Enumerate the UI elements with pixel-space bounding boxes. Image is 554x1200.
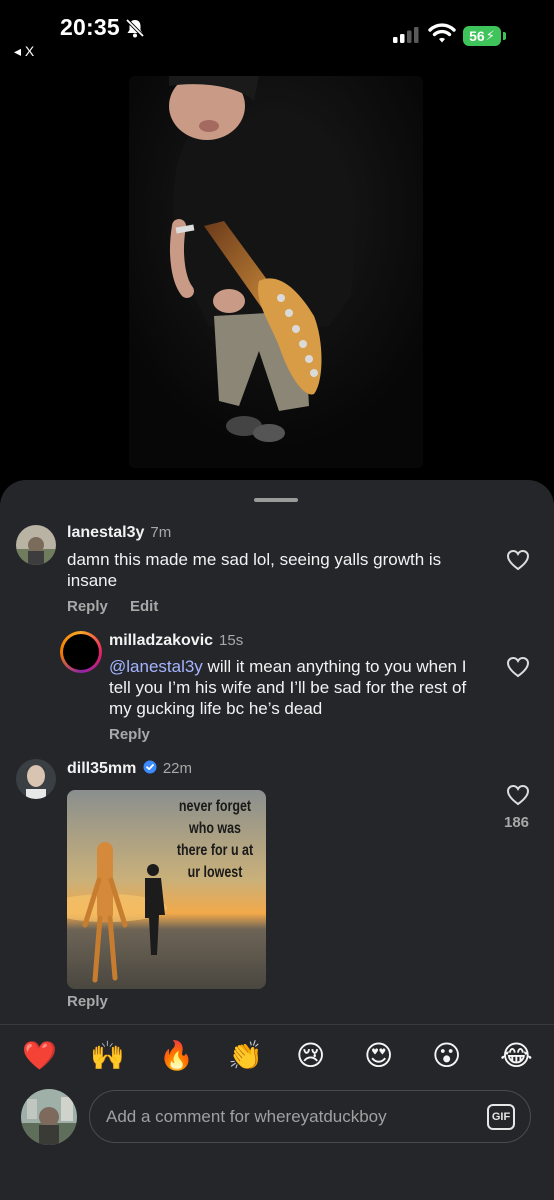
avatar[interactable] — [60, 631, 102, 673]
quick-reactions: ❤️ 🙌 🔥 👏 😢 😍 😮 😂 — [0, 1036, 554, 1076]
status-bar: 20:35 ◂ X 56 ⚡ — [0, 0, 554, 70]
post-photo-illustration — [129, 76, 423, 468]
back-to-app-button[interactable]: ◂ X — [14, 43, 34, 60]
comments-sheet: lanestal3y 7m damn this made me sad lol, … — [0, 480, 554, 1200]
comment-username[interactable]: lanestal3y 7m — [67, 524, 171, 542]
verified-badge-icon — [143, 760, 157, 774]
wifi-icon — [428, 23, 456, 43]
heart-icon[interactable] — [506, 549, 530, 571]
comment-meme-image[interactable]: never forget who was there for u at ur l… — [67, 790, 266, 989]
post-photo[interactable] — [129, 76, 423, 468]
comment-time: 7m — [150, 524, 172, 541]
avatar-dill35mm-image — [16, 759, 56, 799]
reaction-laugh[interactable]: 😂 — [500, 1036, 533, 1076]
battery-icon: 56 ⚡ — [463, 26, 501, 46]
avatar-inner — [63, 634, 99, 670]
sheet-drag-handle[interactable] — [254, 498, 298, 502]
comment-username-text[interactable]: lanestal3y — [67, 524, 144, 541]
edit-button[interactable]: Edit — [130, 598, 158, 615]
comment-time: 15s — [219, 632, 244, 649]
comment-username-text[interactable]: milladzakovic — [109, 632, 213, 649]
comment-input[interactable]: Add a comment for whereyatduckboy GIF — [89, 1090, 531, 1143]
comment-username[interactable]: milladzakovic 15s — [109, 632, 243, 650]
divider — [0, 1024, 554, 1025]
meme-caption: never forget who was there for u at ur l… — [176, 798, 254, 881]
reply-button[interactable]: Reply — [67, 598, 108, 615]
avatar[interactable] — [16, 525, 56, 565]
reaction-heart[interactable]: ❤️ — [22, 1036, 57, 1076]
reaction-raised-hands[interactable]: 🙌 — [90, 1036, 125, 1076]
signal-icon — [393, 27, 419, 43]
avatar-lanestal3y-image — [16, 525, 56, 565]
comment-composer: Add a comment for whereyatduckboy GIF — [0, 1086, 554, 1146]
comment-username[interactable]: dill35mm 22m — [67, 760, 192, 778]
reaction-fire[interactable]: 🔥 — [159, 1036, 194, 1076]
reaction-wow[interactable]: 😮 — [432, 1036, 461, 1076]
like-count: 186 — [504, 814, 530, 831]
reaction-heart-eyes[interactable]: 😍 — [364, 1036, 393, 1076]
gif-button[interactable]: GIF — [487, 1104, 515, 1130]
comment-text: damn this made me sad lol, seeing yalls … — [67, 550, 442, 590]
comment-input-placeholder: Add a comment for whereyatduckboy — [106, 1107, 387, 1126]
heart-icon[interactable] — [506, 656, 530, 678]
comment-username-text[interactable]: dill35mm — [67, 760, 136, 777]
avatar — [21, 1089, 77, 1145]
comment-text: @lanestal3y will it mean anything to you… — [109, 656, 489, 719]
reply-button[interactable]: Reply — [67, 993, 108, 1010]
reply-button[interactable]: Reply — [109, 726, 150, 743]
mention-link[interactable]: @lanestal3y — [109, 657, 203, 676]
comment-time: 22m — [162, 760, 192, 777]
battery-level: 56 — [469, 28, 485, 44]
reaction-cry[interactable]: 😢 — [296, 1036, 325, 1076]
heart-icon[interactable] — [506, 784, 530, 806]
avatar[interactable] — [16, 759, 56, 799]
bell-slash-icon — [125, 18, 145, 38]
battery-tip — [503, 32, 506, 40]
status-time: 20:35 — [60, 14, 120, 40]
avatar-self-image — [21, 1089, 77, 1145]
reaction-clap[interactable]: 👏 — [228, 1036, 263, 1076]
